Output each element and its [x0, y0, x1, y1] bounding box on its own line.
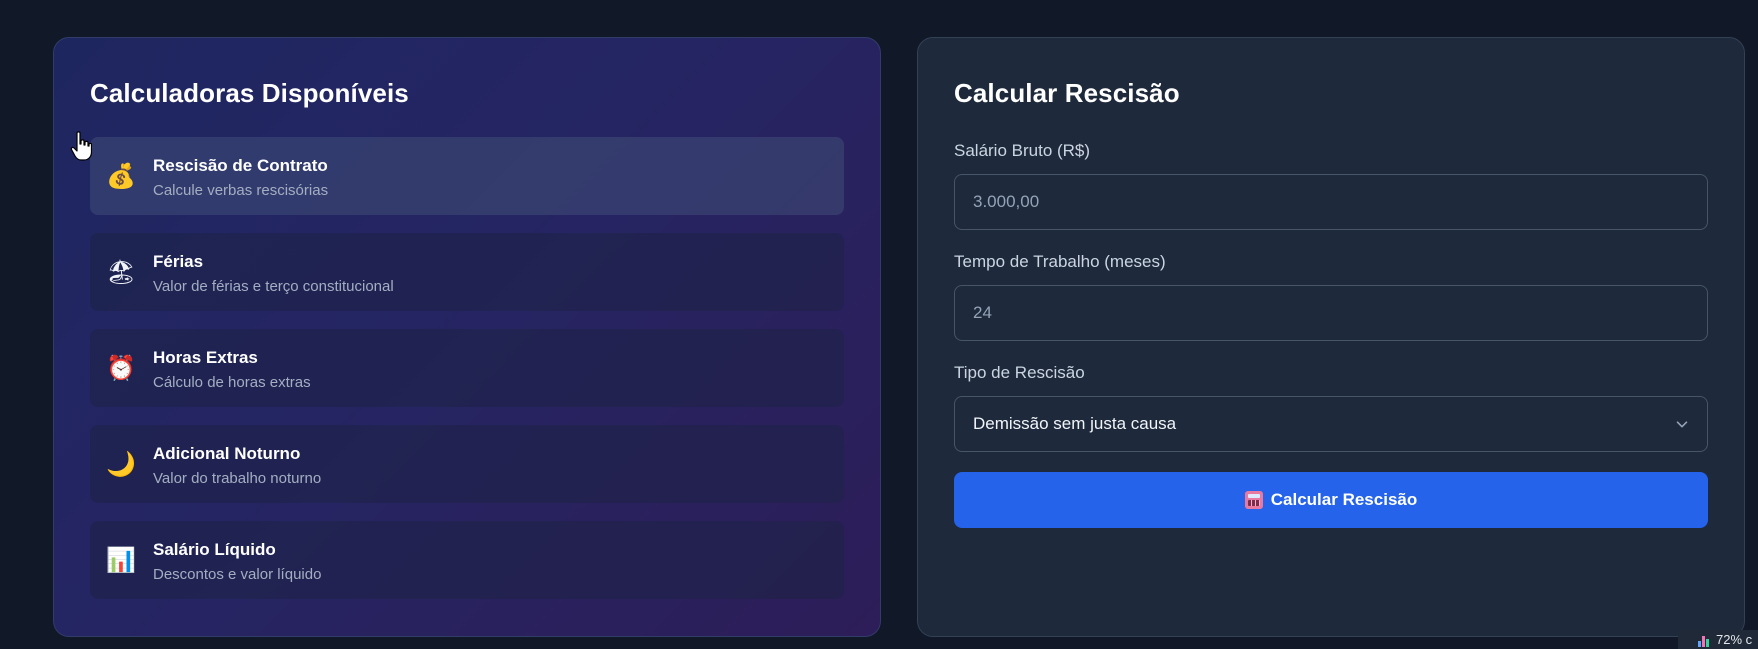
months-input[interactable]: 24	[954, 285, 1708, 341]
chart-tray-icon	[1698, 633, 1710, 647]
calculate-button[interactable]: Calcular Rescisão	[954, 472, 1708, 528]
calculator-item-title: Salário Líquido	[153, 540, 276, 559]
calculator-item-adicional-noturno[interactable]: 🌙 Adicional Noturno Valor do trabalho no…	[90, 425, 844, 503]
calculator-item-title: Rescisão de Contrato	[153, 156, 328, 175]
money-bag-icon: 💰	[106, 162, 136, 190]
termination-type-label: Tipo de Rescisão	[954, 363, 1085, 382]
abacus-icon	[1244, 491, 1263, 509]
termination-type-value: Demissão sem justa causa	[973, 414, 1177, 433]
salary-input[interactable]: 3.000,00	[954, 174, 1708, 230]
calculator-item-horas-extras[interactable]: ⏰ Horas Extras Cálculo de horas extras	[90, 329, 844, 407]
calculators-panel: Calculadoras Disponíveis 💰 Rescisão de C…	[53, 37, 881, 637]
taskbar-tray: 72% c	[1678, 630, 1758, 649]
calculator-item-desc: Valor do trabalho noturno	[153, 470, 322, 487]
calculator-item-desc: Descontos e valor líquido	[153, 566, 322, 583]
rescisao-form-panel: Calcular Rescisão Salário Bruto (R$) 3.0…	[917, 37, 1745, 637]
calculators-title: Calculadoras Disponíveis	[90, 78, 409, 108]
salary-label: Salário Bruto (R$)	[954, 141, 1091, 160]
beach-umbrella-icon: 🏖	[106, 258, 137, 286]
calculator-item-ferias[interactable]: 🏖 Férias Valor de férias e terço constit…	[90, 233, 844, 311]
calculator-item-title: Férias	[153, 252, 204, 271]
months-label: Tempo de Trabalho (meses)	[954, 252, 1166, 271]
calculate-button-label: Calcular Rescisão	[1270, 490, 1418, 509]
calculator-item-title: Adicional Noturno	[153, 444, 301, 463]
hand-cursor-icon	[70, 131, 92, 161]
calculator-item-title: Horas Extras	[153, 348, 258, 367]
calculator-item-desc: Valor de férias e terço constitucional	[153, 278, 394, 295]
calculator-item-desc: Cálculo de horas extras	[153, 374, 311, 391]
calculator-item-desc: Calcule verbas rescisórias	[153, 182, 329, 199]
chevron-down-icon	[1676, 421, 1688, 428]
crescent-moon-icon: 🌙	[106, 450, 136, 478]
alarm-clock-icon: ⏰	[106, 354, 136, 382]
calculator-item-rescisao[interactable]: 💰 Rescisão de Contrato Calcule verbas re…	[90, 137, 844, 215]
form-title: Calcular Rescisão	[954, 78, 1180, 108]
termination-type-select[interactable]: Demissão sem justa causa	[954, 396, 1708, 452]
bar-chart-icon: 📊	[106, 546, 136, 574]
calculator-list: 💰 Rescisão de Contrato Calcule verbas re…	[90, 137, 844, 617]
zoom-level: 72% c	[1716, 632, 1753, 647]
calculator-item-salario-liquido[interactable]: 📊 Salário Líquido Descontos e valor líqu…	[90, 521, 844, 599]
